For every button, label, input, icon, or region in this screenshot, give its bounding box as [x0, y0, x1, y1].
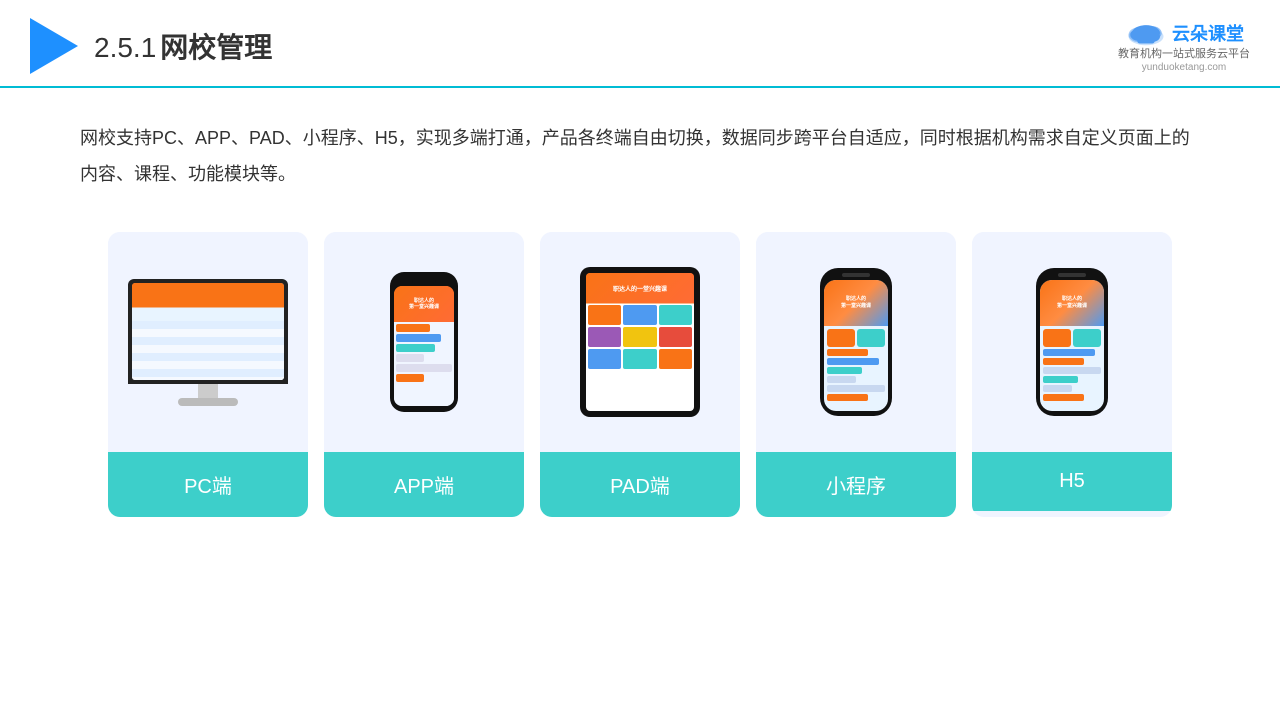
monitor-icon — [128, 279, 288, 406]
card-app: 职达人的第一堂兴趣课 APP端 — [324, 232, 524, 517]
card-pad: 职达人的一堂兴趣课 PAD端 — [540, 232, 740, 517]
card-pc-label: PC端 — [108, 452, 308, 517]
brand-tagline: 教育机构一站式服务云平台 — [1118, 47, 1250, 62]
cloud-icon — [1124, 19, 1168, 47]
card-h5: 职达人的第一堂兴趣课 — [972, 232, 1172, 517]
tablet-icon: 职达人的一堂兴趣课 — [580, 267, 700, 417]
page-title: 2.5.1网校管理 — [94, 26, 272, 66]
card-app-image: 职达人的第一堂兴趣课 — [324, 232, 524, 452]
card-app-label: APP端 — [324, 452, 524, 517]
card-h5-image: 职达人的第一堂兴趣课 — [972, 232, 1172, 452]
card-miniprogram-label: 小程序 — [756, 452, 956, 517]
brand-name-text: 云朵课堂 — [1172, 20, 1244, 46]
cards-section: PC端 职达人的第一堂兴趣课 — [0, 192, 1280, 517]
logo-icon — [30, 18, 78, 74]
phone-icon: 职达人的第一堂兴趣课 — [390, 272, 458, 412]
phone-modern-icon-1: 职达人的第一堂兴趣课 — [820, 268, 892, 416]
phone-modern-icon-2: 职达人的第一堂兴趣课 — [1036, 268, 1108, 416]
card-h5-label: H5 — [972, 452, 1172, 511]
card-pad-image: 职达人的一堂兴趣课 — [540, 232, 740, 452]
page-header: 2.5.1网校管理 云朵课堂 教育机构一站式服务云平台 yunduoketang… — [0, 0, 1280, 88]
brand-url: yunduoketang.com — [1142, 62, 1227, 73]
description-text: 网校支持PC、APP、PAD、小程序、H5，实现多端打通，产品各终端自由切换，数… — [0, 88, 1280, 192]
brand-logo: 云朵课堂 教育机构一站式服务云平台 yunduoketang.com — [1118, 19, 1250, 73]
card-miniprogram-image: 职达人的第一堂兴趣课 — [756, 232, 956, 452]
header-left: 2.5.1网校管理 — [30, 18, 272, 74]
card-pc-image — [108, 232, 308, 452]
card-miniprogram: 职达人的第一堂兴趣课 — [756, 232, 956, 517]
brand-cloud: 云朵课堂 — [1124, 19, 1244, 47]
card-pad-label: PAD端 — [540, 452, 740, 517]
card-pc: PC端 — [108, 232, 308, 517]
